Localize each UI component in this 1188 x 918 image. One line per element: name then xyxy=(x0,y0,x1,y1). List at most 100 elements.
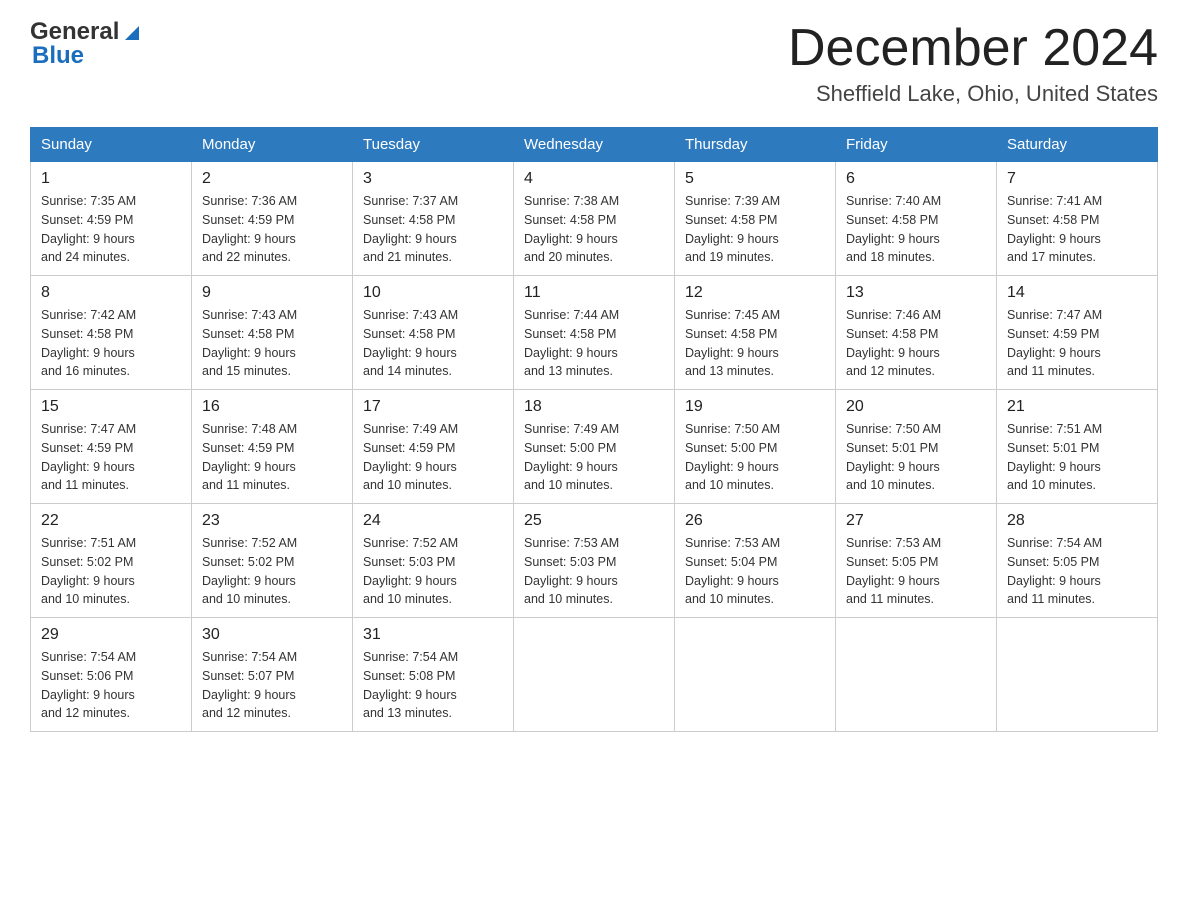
calendar-cell: 29 Sunrise: 7:54 AM Sunset: 5:06 PM Dayl… xyxy=(31,618,192,732)
day-number: 26 xyxy=(685,512,825,530)
logo: General Blue xyxy=(30,20,143,68)
day-info: Sunrise: 7:47 AM Sunset: 4:59 PM Dayligh… xyxy=(41,420,181,495)
day-number: 12 xyxy=(685,284,825,302)
day-info: Sunrise: 7:48 AM Sunset: 4:59 PM Dayligh… xyxy=(202,420,342,495)
location-subtitle: Sheffield Lake, Ohio, United States xyxy=(788,81,1158,107)
page-header: General Blue December 2024 Sheffield Lak… xyxy=(30,20,1158,107)
calendar-cell: 1 Sunrise: 7:35 AM Sunset: 4:59 PM Dayli… xyxy=(31,162,192,276)
day-info: Sunrise: 7:35 AM Sunset: 4:59 PM Dayligh… xyxy=(41,192,181,267)
calendar-cell xyxy=(836,618,997,732)
calendar-week-row: 15 Sunrise: 7:47 AM Sunset: 4:59 PM Dayl… xyxy=(31,390,1158,504)
day-number: 4 xyxy=(524,170,664,188)
calendar-cell: 30 Sunrise: 7:54 AM Sunset: 5:07 PM Dayl… xyxy=(192,618,353,732)
calendar-cell: 22 Sunrise: 7:51 AM Sunset: 5:02 PM Dayl… xyxy=(31,504,192,618)
calendar-cell: 7 Sunrise: 7:41 AM Sunset: 4:58 PM Dayli… xyxy=(997,162,1158,276)
calendar-cell: 3 Sunrise: 7:37 AM Sunset: 4:58 PM Dayli… xyxy=(353,162,514,276)
calendar-cell: 24 Sunrise: 7:52 AM Sunset: 5:03 PM Dayl… xyxy=(353,504,514,618)
day-number: 2 xyxy=(202,170,342,188)
day-number: 18 xyxy=(524,398,664,416)
day-number: 15 xyxy=(41,398,181,416)
day-number: 21 xyxy=(1007,398,1147,416)
day-info: Sunrise: 7:47 AM Sunset: 4:59 PM Dayligh… xyxy=(1007,306,1147,381)
calendar-cell xyxy=(997,618,1158,732)
calendar-cell: 31 Sunrise: 7:54 AM Sunset: 5:08 PM Dayl… xyxy=(353,618,514,732)
day-info: Sunrise: 7:52 AM Sunset: 5:03 PM Dayligh… xyxy=(363,534,503,609)
calendar-cell: 9 Sunrise: 7:43 AM Sunset: 4:58 PM Dayli… xyxy=(192,276,353,390)
day-info: Sunrise: 7:53 AM Sunset: 5:04 PM Dayligh… xyxy=(685,534,825,609)
column-header-saturday: Saturday xyxy=(997,128,1158,162)
calendar-cell: 28 Sunrise: 7:54 AM Sunset: 5:05 PM Dayl… xyxy=(997,504,1158,618)
calendar-cell: 6 Sunrise: 7:40 AM Sunset: 4:58 PM Dayli… xyxy=(836,162,997,276)
calendar-week-row: 1 Sunrise: 7:35 AM Sunset: 4:59 PM Dayli… xyxy=(31,162,1158,276)
day-number: 17 xyxy=(363,398,503,416)
day-number: 8 xyxy=(41,284,181,302)
day-info: Sunrise: 7:43 AM Sunset: 4:58 PM Dayligh… xyxy=(363,306,503,381)
column-header-friday: Friday xyxy=(836,128,997,162)
day-number: 30 xyxy=(202,626,342,644)
day-number: 3 xyxy=(363,170,503,188)
month-title: December 2024 xyxy=(788,20,1158,77)
day-info: Sunrise: 7:36 AM Sunset: 4:59 PM Dayligh… xyxy=(202,192,342,267)
calendar-cell: 5 Sunrise: 7:39 AM Sunset: 4:58 PM Dayli… xyxy=(675,162,836,276)
calendar-cell: 13 Sunrise: 7:46 AM Sunset: 4:58 PM Dayl… xyxy=(836,276,997,390)
day-number: 31 xyxy=(363,626,503,644)
calendar-cell: 17 Sunrise: 7:49 AM Sunset: 4:59 PM Dayl… xyxy=(353,390,514,504)
day-info: Sunrise: 7:51 AM Sunset: 5:02 PM Dayligh… xyxy=(41,534,181,609)
calendar-cell: 10 Sunrise: 7:43 AM Sunset: 4:58 PM Dayl… xyxy=(353,276,514,390)
calendar-cell: 15 Sunrise: 7:47 AM Sunset: 4:59 PM Dayl… xyxy=(31,390,192,504)
calendar-cell: 2 Sunrise: 7:36 AM Sunset: 4:59 PM Dayli… xyxy=(192,162,353,276)
day-info: Sunrise: 7:51 AM Sunset: 5:01 PM Dayligh… xyxy=(1007,420,1147,495)
day-info: Sunrise: 7:40 AM Sunset: 4:58 PM Dayligh… xyxy=(846,192,986,267)
day-info: Sunrise: 7:49 AM Sunset: 4:59 PM Dayligh… xyxy=(363,420,503,495)
day-info: Sunrise: 7:42 AM Sunset: 4:58 PM Dayligh… xyxy=(41,306,181,381)
day-number: 22 xyxy=(41,512,181,530)
calendar-cell: 27 Sunrise: 7:53 AM Sunset: 5:05 PM Dayl… xyxy=(836,504,997,618)
logo-triangle-icon xyxy=(121,22,143,44)
day-info: Sunrise: 7:53 AM Sunset: 5:03 PM Dayligh… xyxy=(524,534,664,609)
title-block: December 2024 Sheffield Lake, Ohio, Unit… xyxy=(788,20,1158,107)
calendar-cell xyxy=(675,618,836,732)
calendar-cell: 23 Sunrise: 7:52 AM Sunset: 5:02 PM Dayl… xyxy=(192,504,353,618)
column-header-monday: Monday xyxy=(192,128,353,162)
calendar-cell: 16 Sunrise: 7:48 AM Sunset: 4:59 PM Dayl… xyxy=(192,390,353,504)
day-number: 28 xyxy=(1007,512,1147,530)
logo-general-text: General xyxy=(30,20,119,44)
calendar-cell: 26 Sunrise: 7:53 AM Sunset: 5:04 PM Dayl… xyxy=(675,504,836,618)
day-info: Sunrise: 7:45 AM Sunset: 4:58 PM Dayligh… xyxy=(685,306,825,381)
day-number: 29 xyxy=(41,626,181,644)
column-header-wednesday: Wednesday xyxy=(514,128,675,162)
day-number: 19 xyxy=(685,398,825,416)
calendar-cell: 11 Sunrise: 7:44 AM Sunset: 4:58 PM Dayl… xyxy=(514,276,675,390)
day-info: Sunrise: 7:46 AM Sunset: 4:58 PM Dayligh… xyxy=(846,306,986,381)
day-number: 20 xyxy=(846,398,986,416)
calendar-week-row: 22 Sunrise: 7:51 AM Sunset: 5:02 PM Dayl… xyxy=(31,504,1158,618)
column-header-sunday: Sunday xyxy=(31,128,192,162)
day-number: 23 xyxy=(202,512,342,530)
day-info: Sunrise: 7:44 AM Sunset: 4:58 PM Dayligh… xyxy=(524,306,664,381)
day-info: Sunrise: 7:54 AM Sunset: 5:07 PM Dayligh… xyxy=(202,648,342,723)
day-number: 1 xyxy=(41,170,181,188)
calendar-cell: 20 Sunrise: 7:50 AM Sunset: 5:01 PM Dayl… xyxy=(836,390,997,504)
calendar-cell: 8 Sunrise: 7:42 AM Sunset: 4:58 PM Dayli… xyxy=(31,276,192,390)
day-number: 16 xyxy=(202,398,342,416)
day-info: Sunrise: 7:38 AM Sunset: 4:58 PM Dayligh… xyxy=(524,192,664,267)
calendar-cell xyxy=(514,618,675,732)
calendar-week-row: 29 Sunrise: 7:54 AM Sunset: 5:06 PM Dayl… xyxy=(31,618,1158,732)
calendar-cell: 25 Sunrise: 7:53 AM Sunset: 5:03 PM Dayl… xyxy=(514,504,675,618)
logo-blue-text: Blue xyxy=(32,44,84,68)
day-number: 27 xyxy=(846,512,986,530)
day-number: 25 xyxy=(524,512,664,530)
day-info: Sunrise: 7:54 AM Sunset: 5:08 PM Dayligh… xyxy=(363,648,503,723)
day-number: 14 xyxy=(1007,284,1147,302)
calendar-cell: 21 Sunrise: 7:51 AM Sunset: 5:01 PM Dayl… xyxy=(997,390,1158,504)
day-number: 9 xyxy=(202,284,342,302)
day-info: Sunrise: 7:50 AM Sunset: 5:01 PM Dayligh… xyxy=(846,420,986,495)
day-number: 5 xyxy=(685,170,825,188)
day-number: 13 xyxy=(846,284,986,302)
calendar-cell: 4 Sunrise: 7:38 AM Sunset: 4:58 PM Dayli… xyxy=(514,162,675,276)
day-number: 6 xyxy=(846,170,986,188)
calendar-cell: 14 Sunrise: 7:47 AM Sunset: 4:59 PM Dayl… xyxy=(997,276,1158,390)
day-info: Sunrise: 7:49 AM Sunset: 5:00 PM Dayligh… xyxy=(524,420,664,495)
calendar-cell: 19 Sunrise: 7:50 AM Sunset: 5:00 PM Dayl… xyxy=(675,390,836,504)
calendar-week-row: 8 Sunrise: 7:42 AM Sunset: 4:58 PM Dayli… xyxy=(31,276,1158,390)
